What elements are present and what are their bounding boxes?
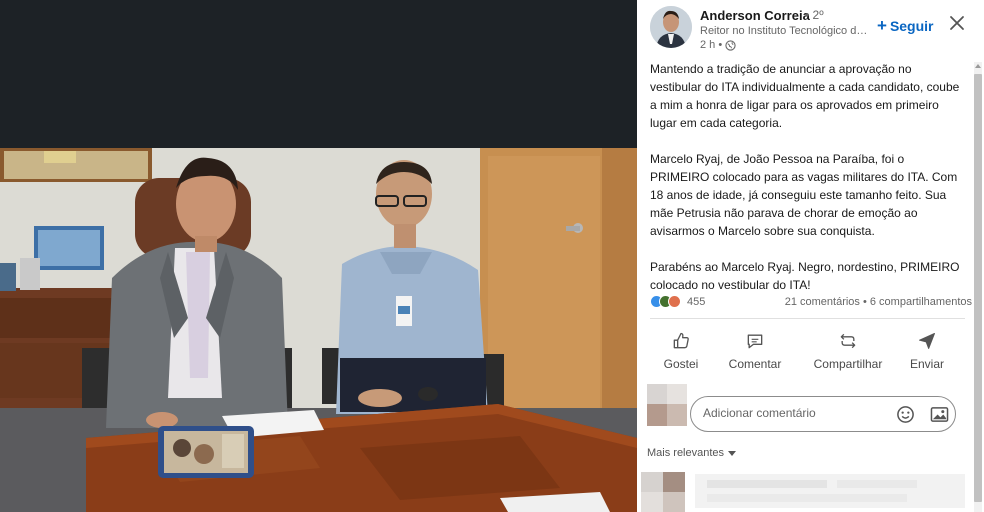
connection-degree: • 2º bbox=[805, 8, 824, 22]
post-body: Mantendo a tradição de anunciar a aprova… bbox=[650, 60, 965, 312]
scroll-up-arrow-icon[interactable] bbox=[975, 64, 981, 68]
post-timestamp: 2 h • bbox=[700, 39, 736, 51]
repost-icon bbox=[840, 333, 856, 349]
author-avatar[interactable] bbox=[650, 6, 692, 48]
send-label: Enviar bbox=[909, 357, 944, 371]
comment-composer bbox=[647, 384, 972, 434]
send-button[interactable]: Enviar bbox=[887, 326, 967, 376]
plus-icon: + bbox=[877, 16, 887, 35]
smiley-icon[interactable] bbox=[896, 405, 915, 424]
author-headline: Reitor no Instituto Tecnológico de Aeron… bbox=[700, 25, 870, 37]
comment-label: Comentar bbox=[728, 357, 782, 371]
divider bbox=[650, 318, 965, 319]
thumbs-up-icon bbox=[673, 332, 689, 349]
comment-input-box[interactable] bbox=[690, 396, 956, 432]
sort-label: Mais relevantes bbox=[647, 447, 725, 459]
viewer-avatar[interactable] bbox=[647, 384, 687, 426]
post-photo[interactable] bbox=[0, 148, 637, 512]
social-counts: 455 21 comentários • 6 compartilhamentos bbox=[650, 294, 972, 312]
comment-input[interactable] bbox=[703, 406, 883, 420]
post-actions: Gostei Comentar Compartilhar Enviar bbox=[637, 326, 972, 376]
reaction-count[interactable]: 455 bbox=[687, 296, 705, 308]
comments-shares-count[interactable]: 21 comentários • 6 compartilhamentos bbox=[785, 296, 972, 308]
share-button[interactable]: Compartilhar bbox=[803, 326, 893, 376]
follow-label: Seguir bbox=[889, 18, 934, 34]
close-button[interactable] bbox=[947, 13, 967, 33]
scroll-thumb[interactable] bbox=[974, 74, 982, 502]
paper-plane-icon bbox=[919, 333, 935, 349]
post-paragraph: Mantendo a tradição de anunciar a aprova… bbox=[650, 62, 960, 130]
comment-sort-dropdown[interactable]: Mais relevantes bbox=[647, 447, 737, 459]
comment-preview[interactable] bbox=[637, 466, 972, 512]
post-paragraph: Marcelo Ryaj, de João Pessoa na Paraíba,… bbox=[650, 152, 958, 238]
speech-bubble-icon bbox=[747, 334, 763, 349]
like-button[interactable]: Gostei bbox=[641, 326, 721, 376]
like-label: Gostei bbox=[663, 357, 699, 371]
image-icon[interactable] bbox=[930, 406, 949, 423]
post-panel: Anderson Correia • 2º Reitor no Institut… bbox=[637, 0, 984, 512]
author-name[interactable]: Anderson Correia bbox=[700, 8, 810, 23]
love-reaction-icon bbox=[668, 295, 681, 308]
post-header: Anderson Correia • 2º Reitor no Institut… bbox=[637, 0, 984, 56]
caret-down-icon bbox=[728, 450, 737, 456]
share-label: Compartilhar bbox=[813, 357, 883, 371]
close-icon bbox=[950, 16, 964, 30]
post-time: 2 h • bbox=[700, 39, 723, 51]
comment-button[interactable]: Comentar bbox=[715, 326, 795, 376]
post-paragraph: Parabéns ao Marcelo Ryaj. Negro, nordest… bbox=[650, 260, 960, 292]
post-viewer-modal: Anderson Correia • 2º Reitor no Institut… bbox=[0, 0, 984, 512]
reaction-icons[interactable] bbox=[650, 295, 681, 308]
globe-icon bbox=[725, 39, 736, 51]
panel-scrollbar[interactable] bbox=[974, 62, 982, 512]
photo-viewer bbox=[0, 0, 637, 512]
follow-button[interactable]: + Seguir bbox=[877, 16, 934, 35]
